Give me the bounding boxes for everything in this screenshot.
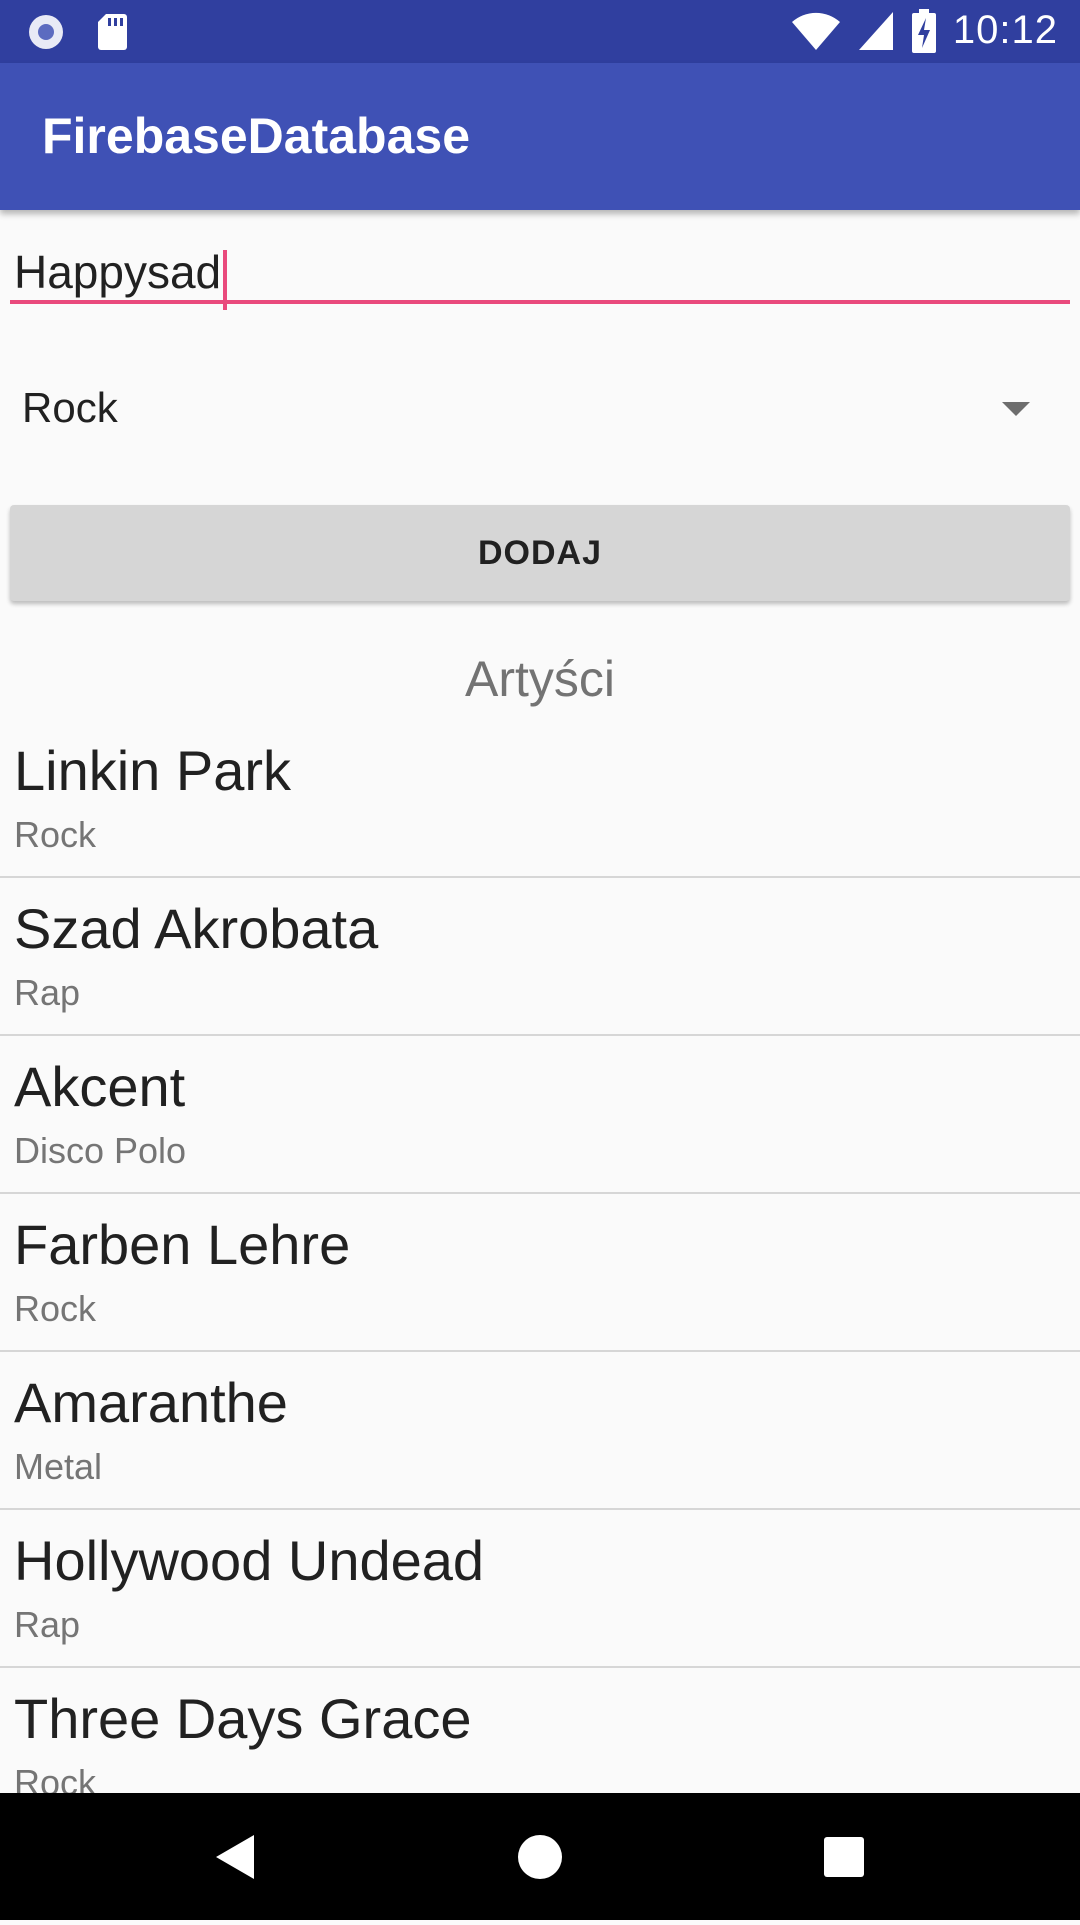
artist-name: Amaranthe bbox=[14, 1371, 288, 1434]
list-item[interactable]: Farben Lehre Rock bbox=[0, 1194, 1080, 1352]
battery-charging-icon bbox=[911, 8, 936, 53]
artist-name: Szad Akrobata bbox=[14, 897, 379, 960]
artist-name: Linkin Park bbox=[14, 739, 292, 802]
record-icon bbox=[29, 15, 63, 49]
home-icon bbox=[518, 1835, 562, 1879]
artist-genre: Metal bbox=[14, 1446, 103, 1487]
artist-name-input[interactable] bbox=[10, 240, 1070, 304]
artist-name: Farben Lehre bbox=[14, 1213, 351, 1276]
system-icons: 10:12 bbox=[791, 8, 1058, 53]
wifi-icon bbox=[791, 12, 840, 50]
artist-genre: Rap bbox=[14, 1604, 81, 1645]
list-item[interactable]: Linkin Park Rock bbox=[0, 720, 1080, 878]
recents-icon bbox=[824, 1837, 864, 1877]
app-bar: FirebaseDatabase bbox=[0, 63, 1080, 210]
artist-name-field[interactable] bbox=[10, 240, 1070, 315]
genre-spinner[interactable]: Rock bbox=[10, 370, 1070, 450]
artist-genre: Rock bbox=[14, 1288, 97, 1329]
list-item[interactable]: Amaranthe Metal bbox=[0, 1352, 1080, 1510]
artist-genre: Rap bbox=[14, 972, 81, 1013]
artist-name: Akcent bbox=[14, 1055, 186, 1118]
signal-icon bbox=[858, 11, 893, 50]
genre-selected-value: Rock bbox=[22, 384, 118, 431]
back-button[interactable] bbox=[166, 1793, 306, 1920]
artist-name: Hollywood Undead bbox=[14, 1529, 485, 1592]
add-artist-button[interactable]: DODAJ bbox=[10, 505, 1070, 601]
home-button[interactable] bbox=[470, 1793, 610, 1920]
status-time: 10:12 bbox=[952, 8, 1058, 52]
list-item[interactable]: Akcent Disco Polo bbox=[0, 1036, 1080, 1194]
sd-card-icon bbox=[98, 14, 127, 50]
input-underline bbox=[10, 300, 1070, 304]
list-item[interactable]: Szad Akrobata Rap bbox=[0, 878, 1080, 1036]
notification-icons bbox=[26, 12, 128, 52]
app-title: FirebaseDatabase bbox=[42, 108, 471, 164]
artist-genre: Rock bbox=[14, 814, 97, 855]
dropdown-arrow-icon bbox=[1002, 402, 1030, 416]
list-item[interactable]: Hollywood Undead Rap bbox=[0, 1510, 1080, 1668]
status-bar: 10:12 bbox=[0, 0, 1080, 63]
artist-genre: Disco Polo bbox=[14, 1130, 187, 1171]
artists-list-title: Artyści bbox=[465, 651, 615, 707]
list-item[interactable]: Three Days Grace Rock bbox=[0, 1668, 1080, 1793]
artist-name: Three Days Grace bbox=[14, 1687, 472, 1750]
artist-genre: Rock bbox=[14, 1762, 97, 1793]
recents-button[interactable] bbox=[774, 1793, 914, 1920]
artist-list[interactable]: Linkin Park Rock Szad Akrobata Rap Akcen… bbox=[0, 720, 1080, 1793]
navigation-bar bbox=[0, 1793, 1080, 1920]
back-icon bbox=[216, 1835, 254, 1879]
